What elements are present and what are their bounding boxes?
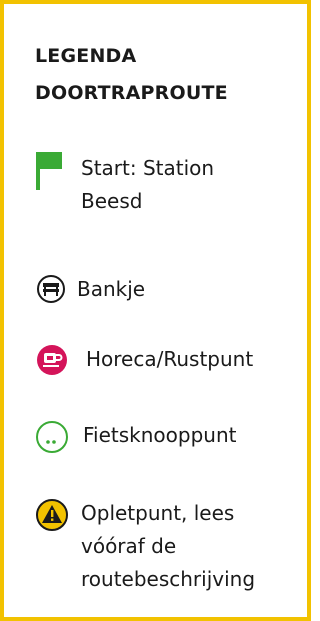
legend-item-label-line: routebeschrijving — [81, 567, 256, 591]
legend-item-label: Start: Station Beesd — [81, 152, 214, 218]
legend-item-label: Bankje — [77, 273, 145, 306]
legend-item-label-line: Start: Station — [81, 156, 215, 180]
legend-item-label-line: Beesd — [81, 189, 143, 213]
legend-item-label: Horeca/Rustpunt — [86, 343, 253, 376]
legend-panel: LEGENDA DOORTRAPROUTE Start: Station Bee… — [0, 0, 311, 621]
cycle-node-icon — [35, 420, 69, 458]
cup-icon — [36, 344, 68, 380]
legend-title: LEGENDA DOORTRAPROUTE — [35, 38, 228, 112]
warning-icon — [35, 498, 69, 536]
legend-item-label: Opletpunt, lees vóóraf de routebeschrijv… — [81, 497, 255, 596]
green-flag-icon — [36, 152, 66, 196]
bench-icon — [36, 274, 66, 308]
legend-item-label-line: Horeca/Rustpunt — [86, 347, 254, 371]
legend-item-label-line: Fietsknooppunt — [83, 423, 237, 447]
legend-item-label-line: Bankje — [77, 277, 146, 301]
legend-title-line-2: DOORTRAPROUTE — [35, 82, 228, 104]
legend-item-label: Fietsknooppunt — [83, 419, 237, 452]
legend-item-label-line: vóóraf de — [81, 534, 177, 558]
legend-title-line-1: LEGENDA — [35, 45, 137, 67]
legend-item-label-line: Opletpunt, lees — [81, 501, 235, 525]
